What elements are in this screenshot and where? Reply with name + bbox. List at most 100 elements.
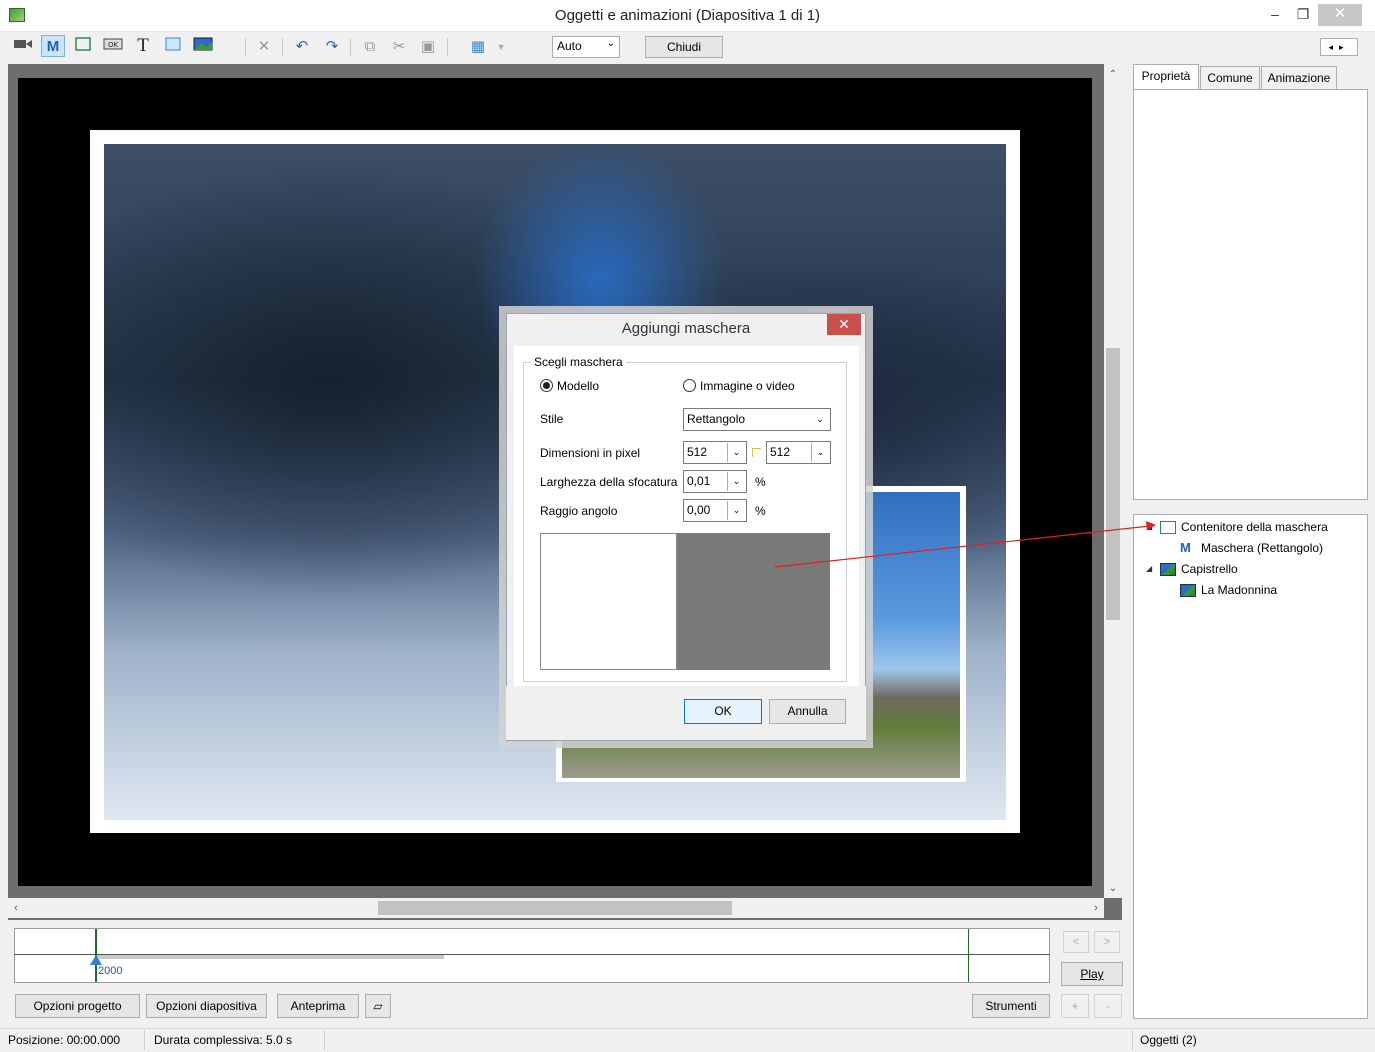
opzioni-progetto-button[interactable]: Opzioni progetto — [15, 994, 140, 1018]
zoom-select-value: Auto — [557, 39, 582, 53]
button-object-icon[interactable]: OK — [101, 36, 125, 58]
add-button[interactable]: + — [1061, 994, 1089, 1018]
play-button[interactable]: Play — [1061, 962, 1123, 986]
expand-triangle-icon[interactable]: ◢ — [1146, 517, 1156, 537]
mask-preview-gray — [677, 533, 830, 670]
properties-panel — [1133, 89, 1368, 500]
vertical-scroll-thumb[interactable] — [1106, 348, 1120, 620]
window-title: Oggetti e animazioni (Diapositiva 1 di 1… — [554, 7, 821, 24]
horizontal-scroll-thumb[interactable] — [378, 901, 732, 915]
annulla-button[interactable]: Annulla — [769, 699, 846, 724]
anteprima-button[interactable]: Anteprima — [277, 994, 359, 1018]
chevron-down-icon[interactable]: ⌄ — [727, 472, 745, 491]
delete-icon[interactable]: ✕ — [252, 36, 276, 58]
toolbar-separator — [447, 38, 448, 56]
radio-selected-dot — [543, 382, 550, 389]
tab-proprieta[interactable]: Proprietà — [1133, 64, 1199, 90]
status-separator — [1132, 1030, 1133, 1050]
raggio-value: 0,00 — [687, 503, 711, 517]
sfocatura-label: Larghezza della sfocatura — [540, 475, 678, 489]
scroll-right-icon[interactable]: › — [1088, 899, 1104, 917]
dim-height-field[interactable]: 512 ⌄ — [766, 441, 831, 464]
scroll-down-icon[interactable]: ⌄ — [1104, 880, 1122, 898]
paste-icon[interactable]: ▣ — [416, 36, 440, 58]
copy-icon[interactable]: ⧉ — [358, 36, 382, 58]
close-window-button[interactable]: ✕ — [1318, 4, 1362, 26]
undo-icon[interactable]: ↶ — [290, 36, 314, 58]
toolbar-separator — [350, 38, 351, 56]
grid-icon[interactable]: ▦ — [466, 36, 490, 58]
chevron-down-icon[interactable]: ⌄ — [727, 443, 745, 462]
strumenti-button[interactable]: Strumenti — [972, 994, 1050, 1018]
chiudi-button[interactable]: Chiudi — [645, 36, 723, 58]
chevron-down-icon[interactable]: ⌄ — [727, 501, 745, 520]
video-camera-icon[interactable] — [11, 36, 35, 58]
stile-select[interactable]: Rettangolo ⌄ — [683, 408, 831, 431]
restore-button[interactable]: ❐ — [1286, 4, 1320, 26]
radio-immagine-label[interactable]: Immagine o video — [700, 379, 795, 393]
text-tool-icon[interactable]: T — [131, 35, 155, 57]
raggio-label: Raggio angolo — [540, 504, 618, 518]
stile-label: Stile — [540, 412, 564, 426]
dialog-close-button[interactable]: ✕ — [827, 314, 861, 335]
stile-select-value: Rettangolo — [687, 412, 746, 426]
timeline-marker-label: 2000 — [98, 965, 123, 977]
ok-button[interactable]: OK — [684, 699, 762, 724]
chevron-down-icon[interactable]: ⌄ — [811, 443, 829, 462]
dim-width-field[interactable]: 512 ⌄ — [683, 441, 747, 464]
mask-tool-icon[interactable]: M — [41, 35, 65, 57]
grid-dropdown-chevron-icon[interactable]: ▼ — [489, 36, 513, 58]
tree-item-maschera[interactable]: M Maschera (Rettangolo) — [1134, 538, 1367, 558]
tree-item-label: Contenitore della maschera — [1181, 520, 1328, 534]
sfocatura-field[interactable]: 0,01 ⌄ — [683, 470, 747, 493]
link-aspect-icon[interactable] — [752, 448, 761, 457]
status-separator — [144, 1030, 145, 1050]
radio-modello[interactable] — [540, 379, 553, 392]
raggio-unit: % — [755, 504, 766, 518]
sfocatura-value: 0,01 — [687, 474, 711, 488]
chevron-down-icon: ⌄ — [606, 38, 615, 49]
scroll-left-icon[interactable]: ‹ — [8, 899, 24, 917]
tree-item-label: Capistrello — [1181, 562, 1238, 576]
radio-immagine-video[interactable] — [683, 379, 696, 392]
tree-item-capistrello[interactable]: ◢ Capistrello — [1134, 559, 1367, 579]
status-separator — [324, 1030, 325, 1050]
chevron-down-icon: ⌄ — [816, 414, 824, 424]
object-tree: ◢ Contenitore della maschera M Maschera … — [1133, 514, 1368, 1019]
status-durata: Durata complessiva: 5.0 s — [154, 1033, 293, 1047]
svg-text:OK: OK — [108, 41, 119, 49]
panel-scroll-arrows[interactable]: ◂▸ — [1320, 38, 1358, 56]
group-title: Scegli maschera — [531, 355, 626, 369]
status-posizione: Posizione: 00:00.000 — [8, 1033, 121, 1047]
timeline-prev-button[interactable]: < — [1063, 931, 1089, 953]
redo-icon[interactable]: ↷ — [320, 36, 344, 58]
tree-item-label: Maschera (Rettangolo) — [1201, 541, 1324, 555]
dimensioni-label: Dimensioni in pixel — [540, 446, 641, 460]
radio-modello-label[interactable]: Modello — [557, 379, 599, 393]
tree-item-la-madonnina[interactable]: La Madonnina — [1134, 580, 1367, 600]
cut-icon[interactable]: ✂ — [387, 36, 411, 58]
sfocatura-unit: % — [755, 475, 766, 489]
timeline-object-bar[interactable] — [96, 955, 444, 959]
tree-item-contenitore[interactable]: ◢ Contenitore della maschera — [1134, 517, 1367, 537]
mask-icon: M — [1180, 540, 1191, 555]
tab-animazione[interactable]: Animazione — [1261, 66, 1337, 89]
mask-container-icon — [1160, 521, 1176, 534]
expand-triangle-icon[interactable]: ◢ — [1146, 559, 1156, 579]
fit-window-icon[interactable]: ▱ — [365, 994, 391, 1018]
rectangle-icon[interactable] — [161, 36, 185, 58]
raggio-field[interactable]: 0,00 ⌄ — [683, 499, 747, 522]
tab-comune[interactable]: Comune — [1200, 66, 1260, 89]
timeline-next-button[interactable]: > — [1094, 931, 1120, 953]
timeline-end-line — [968, 929, 969, 982]
remove-button[interactable]: - — [1094, 994, 1122, 1018]
mask-container-icon[interactable] — [71, 36, 95, 58]
tree-item-label: La Madonnina — [1201, 583, 1278, 597]
scroll-up-icon[interactable]: ⌃ — [1104, 66, 1122, 84]
dialog-title: Aggiungi maschera — [621, 320, 751, 337]
image-icon[interactable] — [191, 36, 215, 58]
zoom-select[interactable]: Auto ⌄ — [552, 36, 620, 58]
timeline-marker-icon[interactable] — [90, 955, 102, 965]
image-icon — [1180, 584, 1196, 597]
opzioni-diapositiva-button[interactable]: Opzioni diapositiva — [146, 994, 267, 1018]
